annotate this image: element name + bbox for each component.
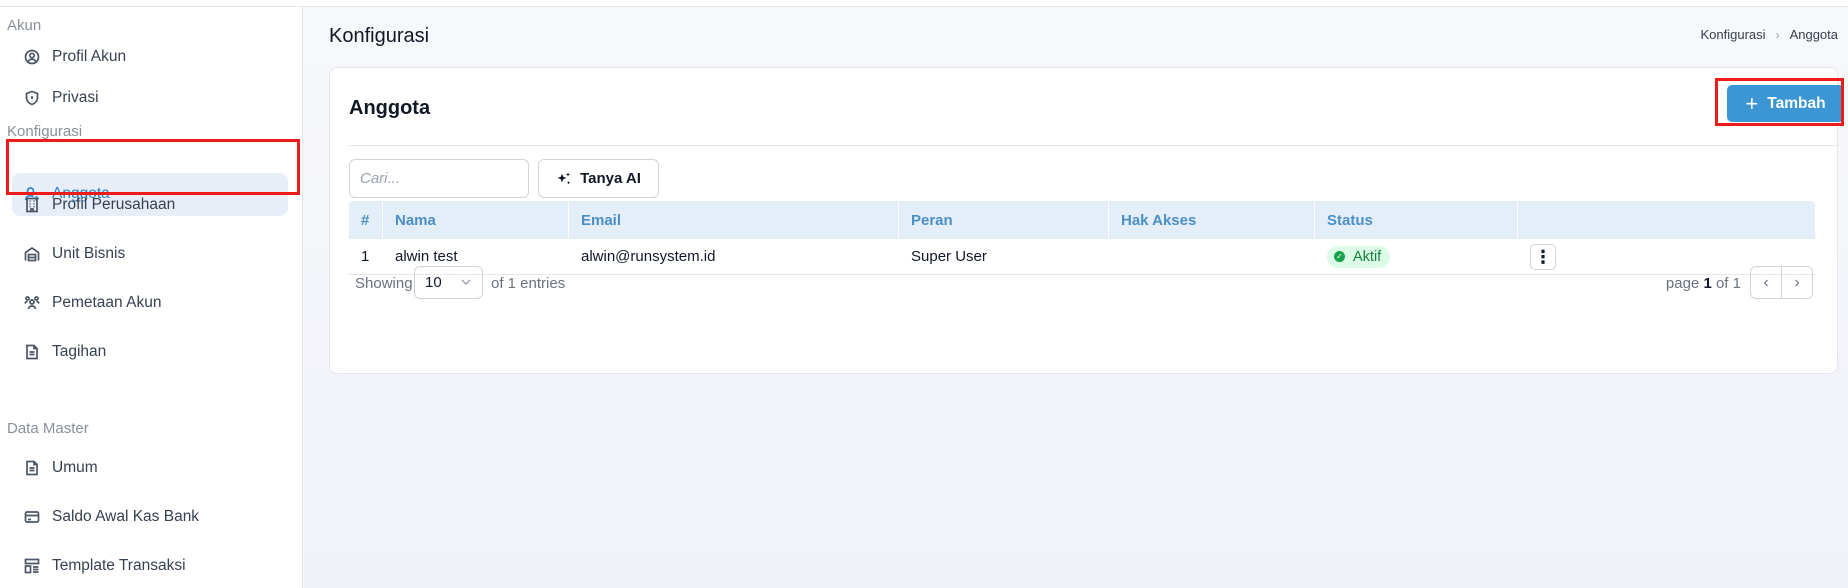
- prev-page-button[interactable]: ‹: [1751, 267, 1782, 298]
- breadcrumb-item-konfigurasi[interactable]: Konfigurasi: [1701, 27, 1766, 42]
- sidebar-item-profil-perusahaan[interactable]: Profil Perusahaan: [24, 187, 175, 223]
- sidebar-section-akun: Akun: [7, 17, 42, 34]
- highlight-box-add-button: [1715, 78, 1844, 126]
- anggota-card: Anggota + Tambah Tanya AI # Nama Email P…: [329, 67, 1844, 374]
- user-circle-icon: [24, 49, 40, 65]
- credit-card-icon: [24, 511, 40, 523]
- sidebar-item-label: Tagihan: [52, 343, 107, 360]
- page-size-value: 10: [425, 274, 442, 291]
- table-footer: Showing 10 of 1 entries page 1 of 1 ‹ ›: [349, 266, 1815, 302]
- sidebar-item-pemetaan-akun[interactable]: Pemetaan Akun: [24, 285, 161, 321]
- sidebar: Akun Profil Akun Privasi Konfigurasi Ang…: [0, 7, 303, 588]
- page-suffix: of 1: [1715, 275, 1741, 292]
- sidebar-section-data-master: Data Master: [7, 420, 89, 437]
- column-header-status[interactable]: Status: [1315, 201, 1518, 239]
- showing-label: Showing: [355, 275, 413, 292]
- column-header-number[interactable]: #: [349, 201, 383, 239]
- sidebar-item-tagihan[interactable]: Tagihan: [24, 334, 106, 370]
- sidebar-item-label: Saldo Awal Kas Bank: [52, 508, 200, 525]
- column-header-peran[interactable]: Peran: [899, 201, 1109, 239]
- sidebar-item-label: Unit Bisnis: [52, 245, 126, 262]
- page-info: page 1 of 1: [1666, 275, 1741, 292]
- page-title: Konfigurasi: [329, 25, 430, 47]
- members-table: # Nama Email Peran Hak Akses Status 1 al…: [349, 201, 1815, 275]
- page-size-select[interactable]: 10: [414, 266, 483, 299]
- next-page-button[interactable]: ›: [1782, 267, 1812, 298]
- check-circle-icon: ✓: [1334, 251, 1345, 262]
- breadcrumb-item-anggota: Anggota: [1789, 27, 1838, 42]
- column-header-email[interactable]: Email: [569, 201, 899, 239]
- ask-ai-label: Tanya AI: [580, 170, 641, 187]
- sparkles-icon: [557, 172, 571, 184]
- sidebar-item-saldo-awal-kas-bank[interactable]: Saldo Awal Kas Bank: [24, 499, 199, 535]
- chevron-right-icon: ›: [1775, 27, 1780, 42]
- column-header-hak-akses[interactable]: Hak Akses: [1109, 201, 1315, 239]
- chevron-down-icon: [461, 279, 471, 286]
- chevron-right-icon: ›: [1794, 273, 1800, 291]
- users-icon: [24, 296, 40, 310]
- breadcrumb: Konfigurasi › Anggota: [1701, 27, 1838, 42]
- sidebar-section-konfigurasi: Konfigurasi: [7, 123, 83, 140]
- sidebar-item-profil-akun[interactable]: Profil Akun: [24, 39, 126, 75]
- card-divider: [349, 145, 1837, 146]
- entries-count: of 1 entries: [491, 275, 566, 292]
- status-badge: ✓ Aktif: [1327, 245, 1391, 268]
- page-prefix: page: [1665, 275, 1700, 292]
- top-bar: [0, 0, 1848, 7]
- sidebar-item-label: Umum: [52, 459, 98, 476]
- column-header-nama[interactable]: Nama: [383, 201, 569, 239]
- sidebar-item-label: Privasi: [52, 89, 99, 106]
- sidebar-item-label: Pemetaan Akun: [52, 294, 162, 311]
- building-icon: [26, 197, 38, 213]
- sidebar-item-umum[interactable]: Umum: [24, 450, 98, 486]
- warehouse-icon: [24, 246, 40, 262]
- pagination-controls: ‹ ›: [1750, 266, 1813, 299]
- template-icon: [24, 558, 40, 574]
- sidebar-item-label: Template Transaksi: [52, 557, 186, 574]
- chevron-left-icon: ‹: [1763, 273, 1769, 291]
- shield-icon: [25, 90, 39, 106]
- file-icon: [26, 344, 38, 360]
- file-icon: [26, 460, 38, 476]
- ask-ai-button[interactable]: Tanya AI: [538, 159, 659, 198]
- sidebar-item-label: Profil Akun: [52, 48, 127, 65]
- sidebar-item-label: Profil Perusahaan: [52, 196, 176, 213]
- sidebar-item-privasi[interactable]: Privasi: [24, 80, 99, 116]
- search-input[interactable]: [349, 159, 529, 198]
- main-content: Konfigurasi Konfigurasi › Anggota Anggot…: [304, 7, 1848, 588]
- column-header-actions: [1518, 201, 1615, 239]
- table-header: # Nama Email Peran Hak Akses Status: [349, 201, 1815, 239]
- status-label: Aktif: [1353, 248, 1382, 265]
- card-title: Anggota: [349, 97, 431, 119]
- sidebar-item-template-transaksi[interactable]: Template Transaksi: [24, 548, 186, 584]
- sidebar-item-unit-bisnis[interactable]: Unit Bisnis: [24, 236, 125, 272]
- page-current: 1: [1703, 275, 1712, 292]
